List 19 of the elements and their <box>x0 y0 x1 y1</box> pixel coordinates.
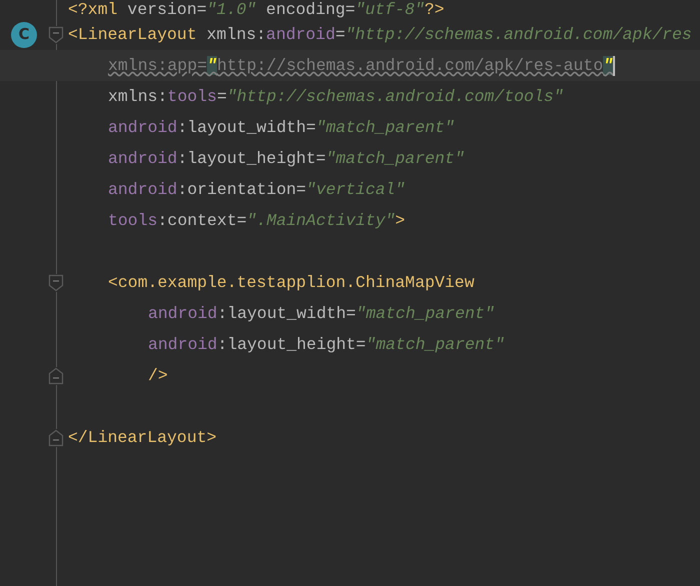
code-line: tools:context=".MainActivity"> <box>108 211 406 230</box>
code-line: /> <box>148 366 168 385</box>
code-line: <com.example.testapplion.ChinaMapView <box>108 273 474 292</box>
code-line: android:layout_width="match_parent" <box>108 118 455 137</box>
code-line: xmlns:tools="http://schemas.android.com/tools" <box>108 87 564 106</box>
fold-collapse-icon[interactable] <box>48 26 64 44</box>
fold-collapse-icon[interactable] <box>48 366 64 384</box>
code-line: android:layout_height="match_parent" <box>148 335 504 354</box>
code-line: xmlns:app="http://schemas.android.com/apk/res-auto" <box>108 56 616 76</box>
code-line: </LinearLayout> <box>68 428 217 447</box>
code-line: <LinearLayout xmlns:android="http://schemas.android.com/apk/res <box>68 25 692 44</box>
fold-collapse-icon[interactable] <box>48 274 64 292</box>
fold-collapse-icon[interactable] <box>48 428 64 446</box>
code-line: android:orientation="vertical" <box>108 180 406 199</box>
code-line: android:layout_height="match_parent" <box>108 149 464 168</box>
code-line: android:layout_width="match_parent" <box>148 304 495 323</box>
class-badge-icon[interactable]: C <box>11 22 37 48</box>
code-line: <?xml version="1.0" encoding="utf-8"?> <box>68 0 444 19</box>
text-cursor <box>613 56 616 76</box>
